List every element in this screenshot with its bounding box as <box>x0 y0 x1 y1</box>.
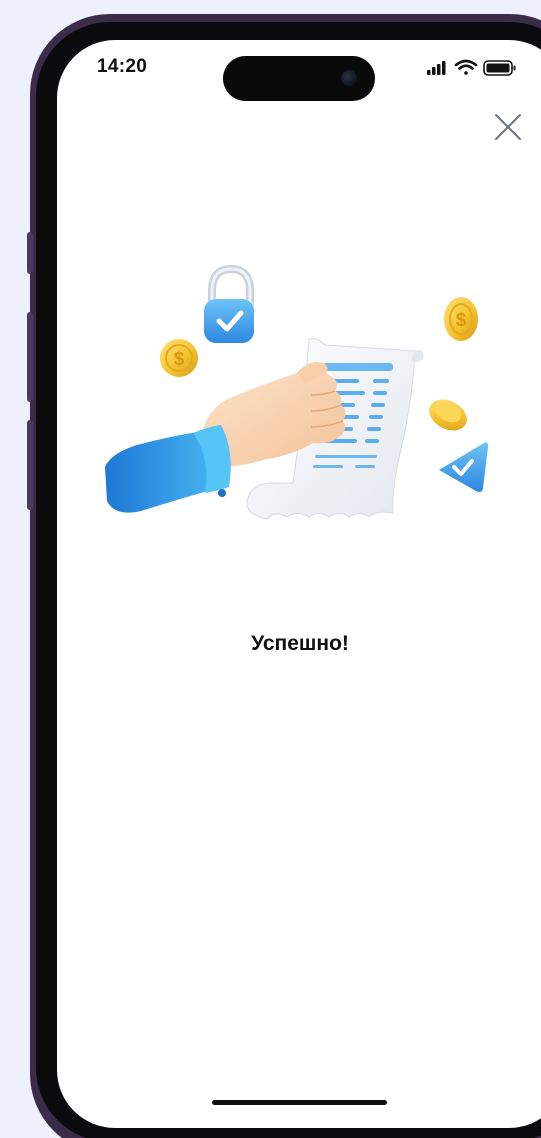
cellular-signal-icon <box>427 61 446 75</box>
dynamic-island <box>223 56 375 101</box>
volume-up-button <box>27 312 33 402</box>
coin-icon: $ <box>444 297 478 341</box>
wifi-icon <box>454 59 478 75</box>
volume-down-button <box>27 420 33 510</box>
success-message: Успешно! <box>251 632 349 655</box>
coin-icon: $ <box>160 339 198 377</box>
silent-switch <box>27 232 33 274</box>
front-camera <box>341 70 357 86</box>
canvas: 14:20 $ $ Успешно! <box>0 0 541 1138</box>
padlock-icon <box>204 264 254 343</box>
close-icon[interactable] <box>493 112 523 142</box>
svg-text:$: $ <box>456 310 467 331</box>
success-illustration: $ $ <box>97 255 507 525</box>
svg-text:$: $ <box>174 349 185 370</box>
status-icons <box>425 58 525 78</box>
coin-icon <box>429 399 467 431</box>
phone-screen: 14:20 $ $ Успешно! <box>57 40 541 1128</box>
sleeve-icon <box>105 425 231 513</box>
check-badge-icon <box>439 442 489 492</box>
close-button[interactable] <box>493 112 523 142</box>
battery-icon <box>483 60 516 76</box>
status-time: 14:20 <box>97 56 148 77</box>
home-indicator[interactable] <box>212 1100 387 1105</box>
